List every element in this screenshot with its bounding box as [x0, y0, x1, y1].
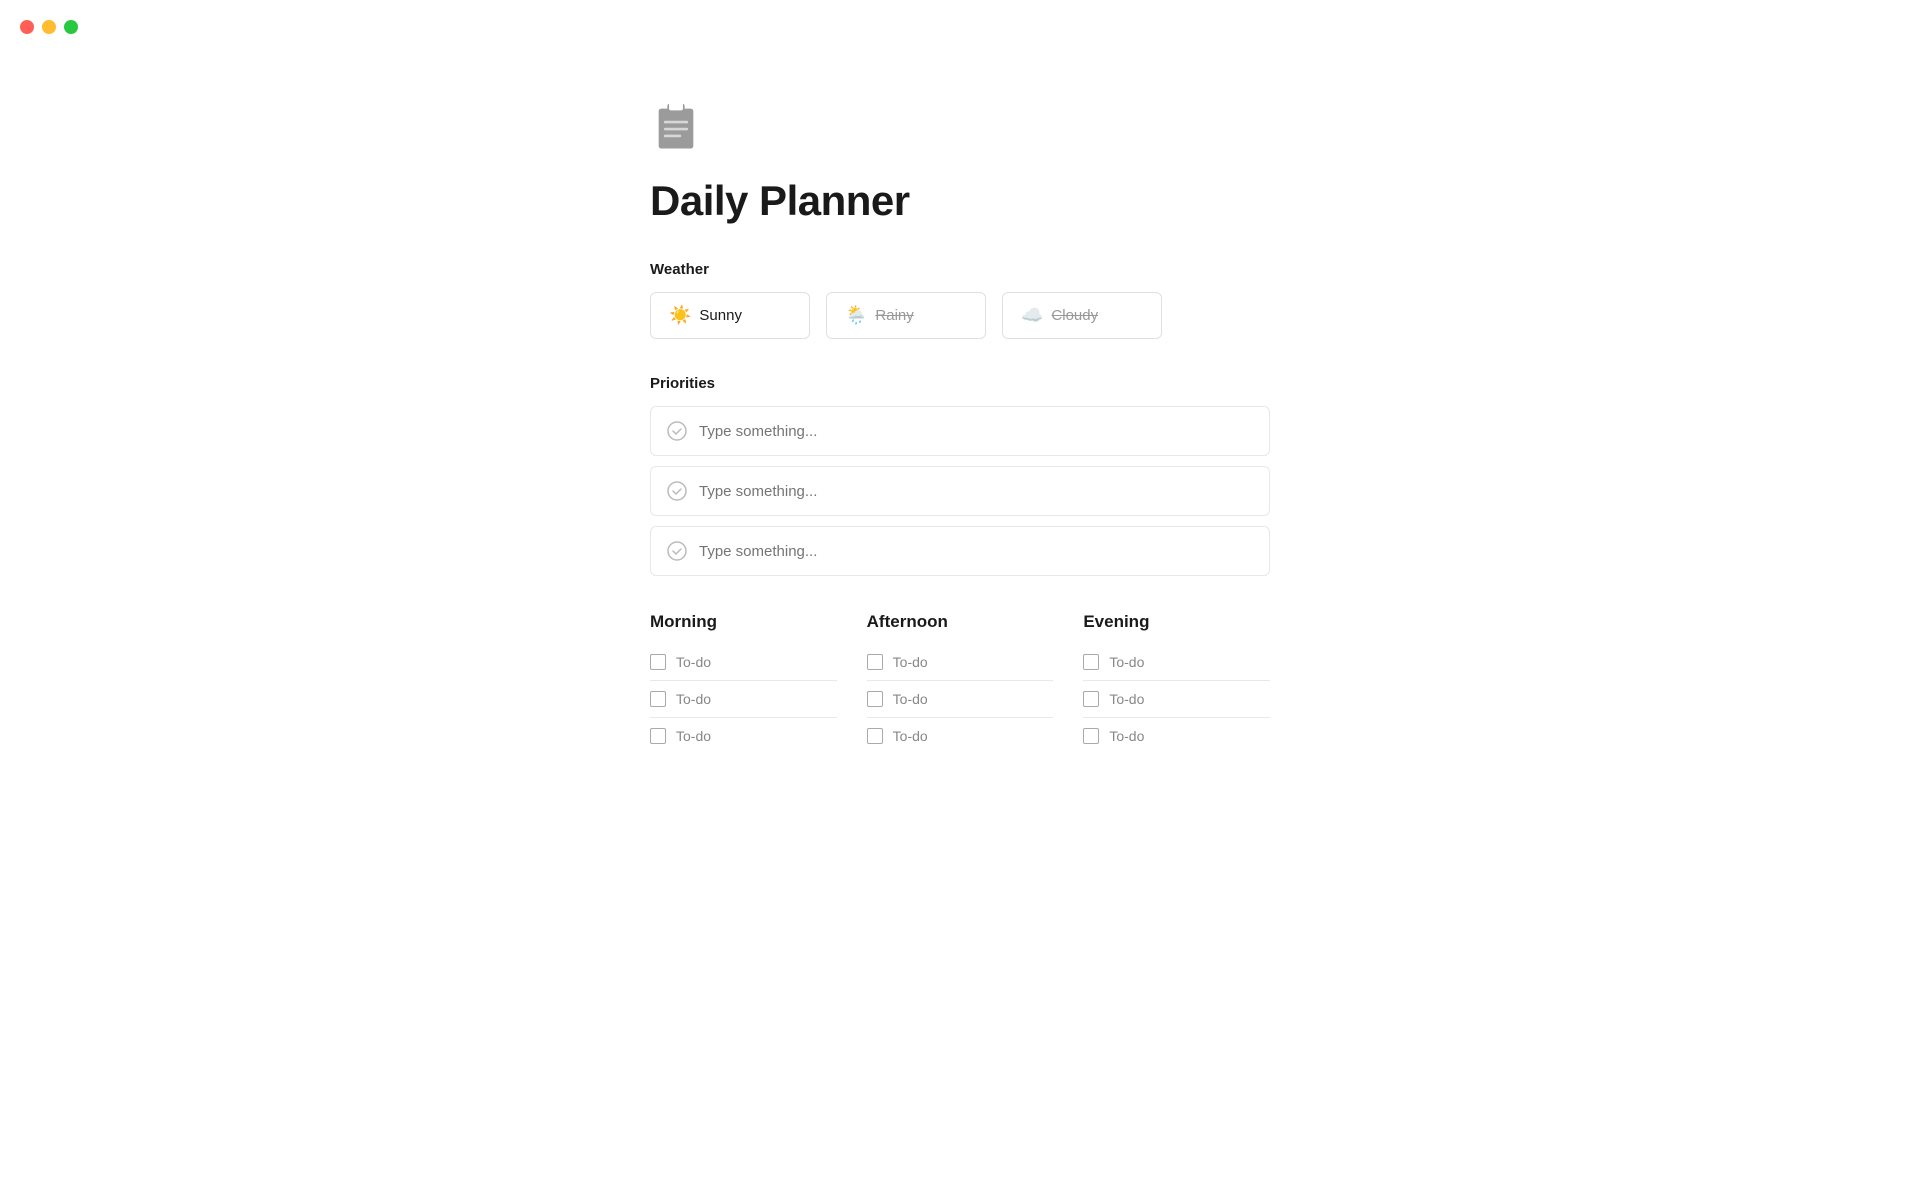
- weather-option-rainy[interactable]: 🌦️ Rainy: [826, 292, 986, 339]
- sun-icon: ☀️: [669, 305, 691, 326]
- todo-label-afternoon-1: To-do: [893, 654, 928, 670]
- schedule-column-afternoon: Afternoon To-do To-do To-do: [867, 612, 1054, 754]
- todo-checkbox-evening-2[interactable]: [1083, 691, 1099, 707]
- schedule-column-evening: Evening To-do To-do To-do: [1083, 612, 1270, 754]
- weather-label-sunny: Sunny: [699, 307, 742, 324]
- todo-morning-1: To-do: [650, 644, 837, 681]
- todo-evening-3: To-do: [1083, 718, 1270, 754]
- todo-checkbox-evening-1[interactable]: [1083, 654, 1099, 670]
- morning-title: Morning: [650, 612, 837, 632]
- checkmark-icon-2: [667, 481, 687, 501]
- maximize-button[interactable]: [64, 20, 78, 34]
- todo-checkbox-afternoon-1[interactable]: [867, 654, 883, 670]
- todo-label-afternoon-2: To-do: [893, 691, 928, 707]
- priorities-section: Priorities: [650, 375, 1270, 576]
- todo-afternoon-2: To-do: [867, 681, 1054, 718]
- page-title: Daily Planner: [650, 177, 1270, 225]
- todo-label-evening-2: To-do: [1109, 691, 1144, 707]
- weather-section: Weather ☀️ Sunny 🌦️ Rainy ☁️ Cloudy: [650, 261, 1270, 339]
- todo-evening-1: To-do: [1083, 644, 1270, 681]
- weather-label-cloudy: Cloudy: [1051, 307, 1098, 324]
- todo-label-morning-2: To-do: [676, 691, 711, 707]
- weather-label-rainy: Rainy: [875, 307, 913, 324]
- evening-title: Evening: [1083, 612, 1270, 632]
- todo-afternoon-3: To-do: [867, 718, 1054, 754]
- priority-item-1: [650, 406, 1270, 456]
- priority-item-2: [650, 466, 1270, 516]
- checkmark-icon-1: [667, 421, 687, 441]
- todo-morning-3: To-do: [650, 718, 837, 754]
- weather-option-sunny[interactable]: ☀️ Sunny: [650, 292, 810, 339]
- todo-label-afternoon-3: To-do: [893, 728, 928, 744]
- rain-icon: 🌦️: [845, 305, 867, 326]
- todo-label-evening-3: To-do: [1109, 728, 1144, 744]
- priorities-section-label: Priorities: [650, 375, 1270, 392]
- todo-checkbox-afternoon-2[interactable]: [867, 691, 883, 707]
- todo-checkbox-morning-1[interactable]: [650, 654, 666, 670]
- priority-item-3: [650, 526, 1270, 576]
- todo-checkbox-morning-3[interactable]: [650, 728, 666, 744]
- todo-checkbox-afternoon-3[interactable]: [867, 728, 883, 744]
- weather-section-label: Weather: [650, 261, 1270, 278]
- todo-label-morning-1: To-do: [676, 654, 711, 670]
- schedule-grid: Morning To-do To-do To-do Afternoon: [650, 612, 1270, 754]
- todo-label-evening-1: To-do: [1109, 654, 1144, 670]
- cloud-icon: ☁️: [1021, 305, 1043, 326]
- priority-input-3[interactable]: [699, 543, 1253, 560]
- schedule-section: Morning To-do To-do To-do Afternoon: [650, 612, 1270, 754]
- priority-input-2[interactable]: [699, 483, 1253, 500]
- minimize-button[interactable]: [42, 20, 56, 34]
- weather-option-cloudy[interactable]: ☁️ Cloudy: [1002, 292, 1162, 339]
- todo-label-morning-3: To-do: [676, 728, 711, 744]
- schedule-column-morning: Morning To-do To-do To-do: [650, 612, 837, 754]
- todo-evening-2: To-do: [1083, 681, 1270, 718]
- todo-morning-2: To-do: [650, 681, 837, 718]
- main-content: Daily Planner Weather ☀️ Sunny 🌦️ Rainy …: [610, 0, 1310, 870]
- todo-checkbox-evening-3[interactable]: [1083, 728, 1099, 744]
- todo-afternoon-1: To-do: [867, 644, 1054, 681]
- todo-checkbox-morning-2[interactable]: [650, 691, 666, 707]
- priority-input-1[interactable]: [699, 423, 1253, 440]
- afternoon-title: Afternoon: [867, 612, 1054, 632]
- close-button[interactable]: [20, 20, 34, 34]
- page-icon: [650, 100, 1270, 157]
- weather-options: ☀️ Sunny 🌦️ Rainy ☁️ Cloudy: [650, 292, 1270, 339]
- checkmark-icon-3: [667, 541, 687, 561]
- traffic-lights: [20, 20, 78, 34]
